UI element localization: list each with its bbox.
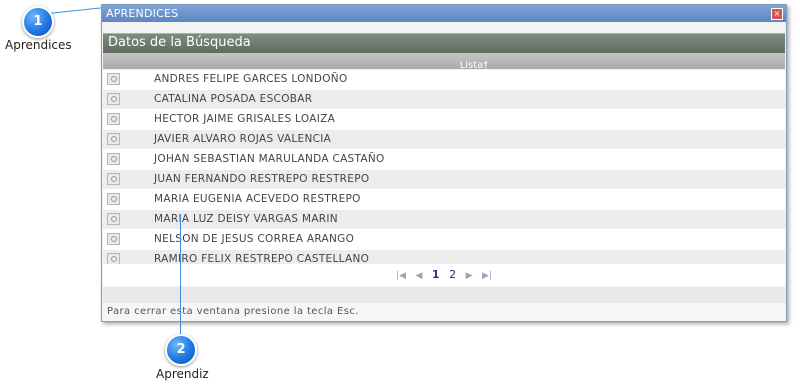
list-item[interactable]: ANDRES FELIPE GARCES LONDOÑO — [103, 70, 785, 90]
aprendices-list: ANDRES FELIPE GARCES LONDOÑO CATALINA PO… — [103, 70, 785, 270]
dialog-title: APRENDICES — [106, 7, 179, 20]
select-record-icon[interactable] — [107, 173, 120, 185]
list-item[interactable]: HECTOR JAIME GRISALES LOAIZA — [103, 110, 785, 130]
list-item[interactable]: CATALINA POSADA ESCOBAR — [103, 90, 785, 110]
callout-1-line — [48, 7, 104, 14]
aprendiz-name: NELSON DE JESUS CORREA ARANGO — [154, 233, 355, 245]
dialog-titlebar[interactable]: APRENDICES × — [102, 5, 786, 22]
select-record-icon[interactable] — [107, 233, 120, 245]
list-item[interactable]: JOHAN SEBASTIAN MARULANDA CASTAÑO — [103, 150, 785, 170]
footer-hint: Para cerrar esta ventana presione la tec… — [107, 306, 359, 317]
select-record-icon[interactable] — [107, 133, 120, 145]
select-record-icon[interactable] — [107, 153, 120, 165]
callout-2-label: Aprendiz — [156, 367, 209, 381]
callout-2-line — [180, 214, 181, 342]
aprendiz-name: HECTOR JAIME GRISALES LOAIZA — [154, 113, 336, 125]
list-item[interactable]: JUAN FERNANDO RESTREPO RESTREPO — [103, 170, 785, 190]
select-record-icon[interactable] — [107, 93, 120, 105]
footer-spacer — [103, 287, 785, 303]
close-icon: × — [773, 9, 781, 18]
first-page-icon[interactable]: |◀ — [396, 265, 406, 287]
select-record-icon[interactable] — [107, 113, 120, 125]
close-button[interactable]: × — [771, 8, 783, 20]
aprendices-dialog: APRENDICES × Datos de la Búsqueda Lista†… — [101, 4, 787, 322]
aprendiz-name: ANDRES FELIPE GARCES LONDOÑO — [154, 73, 348, 85]
callout-1-badge: 1 — [22, 6, 54, 38]
list-item[interactable]: NELSON DE JESUS CORREA ARANGO — [103, 230, 785, 250]
aprendiz-name: MARIA EUGENIA ACEVEDO RESTREPO — [154, 193, 361, 205]
list-item[interactable]: MARIA LUZ DEISY VARGAS MARIN — [103, 210, 785, 230]
column-header-lista[interactable]: Lista† — [103, 53, 785, 71]
section-title: Datos de la Búsqueda — [108, 35, 251, 50]
callout-1-label: Aprendices — [5, 38, 72, 52]
last-page-icon[interactable]: ▶| — [482, 265, 492, 287]
select-record-icon[interactable] — [107, 193, 120, 205]
section-header: Datos de la Búsqueda — [103, 33, 785, 53]
next-page-icon[interactable]: ▶ — [466, 265, 473, 287]
list-item[interactable]: JAVIER ALVARO ROJAS VALENCIA — [103, 130, 785, 150]
prev-page-icon[interactable]: ◀ — [416, 265, 423, 287]
aprendiz-name: JUAN FERNANDO RESTREPO RESTREPO — [154, 173, 370, 185]
page-1-link[interactable]: 1 — [432, 264, 440, 286]
aprendiz-name: JAVIER ALVARO ROJAS VALENCIA — [154, 133, 332, 145]
aprendiz-name: JOHAN SEBASTIAN MARULANDA CASTAÑO — [154, 153, 385, 165]
select-record-icon[interactable] — [107, 73, 120, 85]
list-item[interactable]: MARIA EUGENIA ACEVEDO RESTREPO — [103, 190, 785, 210]
page-2-link[interactable]: 2 — [449, 264, 456, 286]
aprendiz-name: MARIA LUZ DEISY VARGAS MARIN — [154, 213, 338, 225]
pagination: |◀ ◀ 1 2 ▶ ▶| — [103, 264, 785, 286]
select-record-icon[interactable] — [107, 213, 120, 225]
callout-2-badge: 2 — [165, 334, 197, 366]
dialog-footer: Para cerrar esta ventana presione la tec… — [103, 303, 785, 321]
aprendiz-name: CATALINA POSADA ESCOBAR — [154, 93, 313, 105]
